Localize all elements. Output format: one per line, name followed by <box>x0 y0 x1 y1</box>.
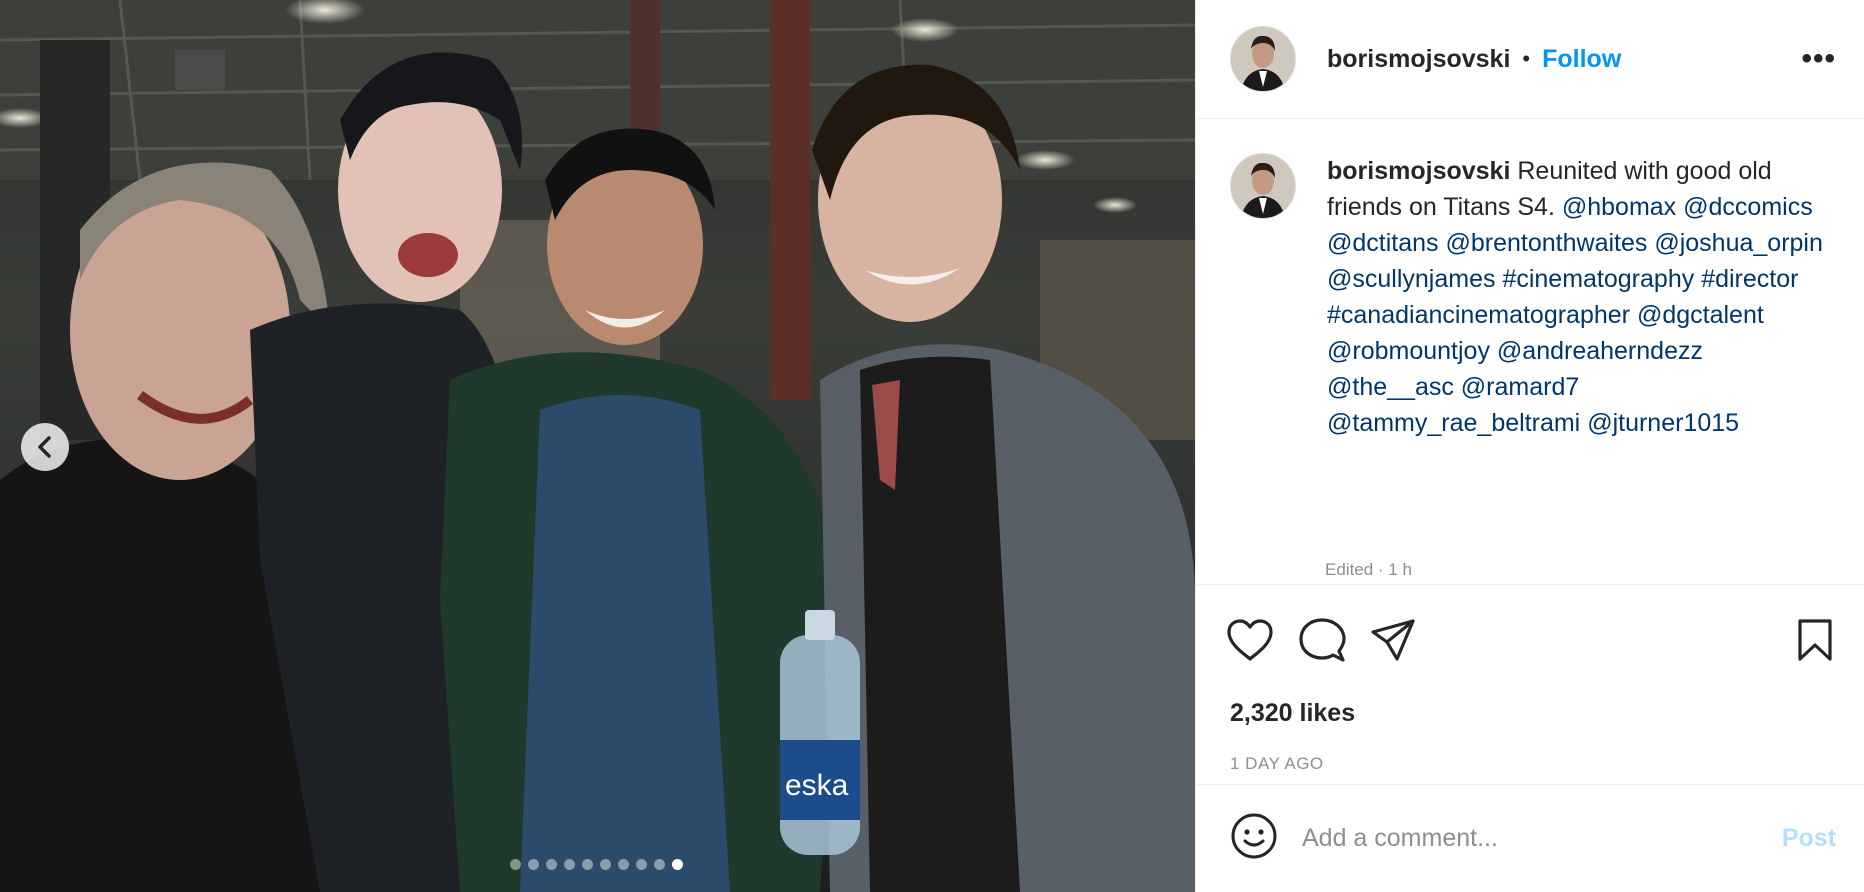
caption-tag[interactable]: @robmountjoy <box>1327 337 1490 365</box>
header-username[interactable]: borismojsovski <box>1327 45 1510 74</box>
save-button[interactable] <box>1796 618 1834 662</box>
comment-box: Post <box>1196 784 1864 892</box>
follow-button[interactable]: Follow <box>1542 45 1621 74</box>
avatar-image <box>1231 27 1295 91</box>
post-timestamp[interactable]: 1 DAY AGO <box>1196 744 1864 784</box>
caption-tag[interactable]: @tammy_rae_beltrami <box>1327 409 1580 437</box>
carousel-dot <box>617 859 629 870</box>
caption-tag[interactable]: #director <box>1701 265 1798 293</box>
post-comment-button[interactable]: Post <box>1782 824 1836 853</box>
comment-input[interactable] <box>1300 823 1782 854</box>
post-sidebar: borismojsovski • Follow ••• borismojsovs… <box>1195 0 1864 892</box>
post-view: eska borismojsovski • Follow ••• borismo… <box>0 0 1864 892</box>
caption-tag[interactable]: #cinematography <box>1502 265 1694 293</box>
caption-tag[interactable]: @scullynjames <box>1327 265 1495 293</box>
heart-icon <box>1227 618 1273 661</box>
caption-tag[interactable]: @jturner1015 <box>1587 409 1739 437</box>
caption-tag[interactable]: @brentonthwaites <box>1446 229 1648 257</box>
carousel-dot-active <box>671 859 683 870</box>
comment-button[interactable] <box>1298 617 1346 663</box>
more-options-button[interactable]: ••• <box>1801 42 1836 76</box>
separator-dot: • <box>1522 46 1531 71</box>
post-photo[interactable]: eska <box>0 0 1195 892</box>
smiley-icon <box>1231 813 1277 859</box>
carousel-dot <box>581 859 593 870</box>
caption-tag[interactable]: #canadiancinematographer <box>1327 301 1630 329</box>
likes-count[interactable]: 2,320 likes <box>1196 694 1864 732</box>
caption-tag[interactable]: @hbomax <box>1562 193 1676 221</box>
bookmark-icon <box>1798 618 1832 661</box>
caption-section: borismojsovski Reunited with good old fr… <box>1196 119 1864 584</box>
carousel-dot <box>545 859 557 870</box>
caption-avatar[interactable] <box>1230 153 1296 219</box>
carousel-dot <box>527 859 539 870</box>
carousel-dot <box>599 859 611 870</box>
caption-tag[interactable]: @dgctalent <box>1637 301 1764 329</box>
share-button[interactable] <box>1370 618 1416 662</box>
caption-text: borismojsovski Reunited with good old fr… <box>1327 153 1836 584</box>
action-bar <box>1196 584 1864 694</box>
emoji-button[interactable] <box>1230 812 1278 865</box>
carousel-dot <box>653 859 665 870</box>
post-header: borismojsovski • Follow ••• <box>1196 0 1864 119</box>
caption-tag[interactable]: @ramard7 <box>1461 373 1579 401</box>
caption-tag[interactable]: @joshua_orpin <box>1654 229 1823 257</box>
edited-label: Edited · 1 h <box>1325 560 1412 579</box>
caption-tag[interactable]: @dctitans <box>1327 229 1439 257</box>
photo-scene: eska <box>0 0 1195 892</box>
chevron-left-icon <box>38 436 51 458</box>
carousel-dot <box>635 859 647 870</box>
comment-icon <box>1299 617 1346 662</box>
like-button[interactable] <box>1226 618 1274 662</box>
bottle-label: eska <box>785 769 849 802</box>
previous-photo-button[interactable] <box>21 423 69 471</box>
carousel-indicator <box>509 859 683 870</box>
avatar[interactable] <box>1230 26 1296 92</box>
carousel-dot <box>509 859 521 870</box>
paper-plane-icon <box>1371 618 1415 661</box>
caption-tag[interactable]: @andreaherndezz <box>1497 337 1703 365</box>
avatar-image <box>1231 154 1295 218</box>
caption-tag[interactable]: @dccomics <box>1683 193 1813 221</box>
carousel-dot <box>563 859 575 870</box>
caption-username[interactable]: borismojsovski <box>1327 157 1510 185</box>
caption-tag[interactable]: @the__asc <box>1327 373 1454 401</box>
